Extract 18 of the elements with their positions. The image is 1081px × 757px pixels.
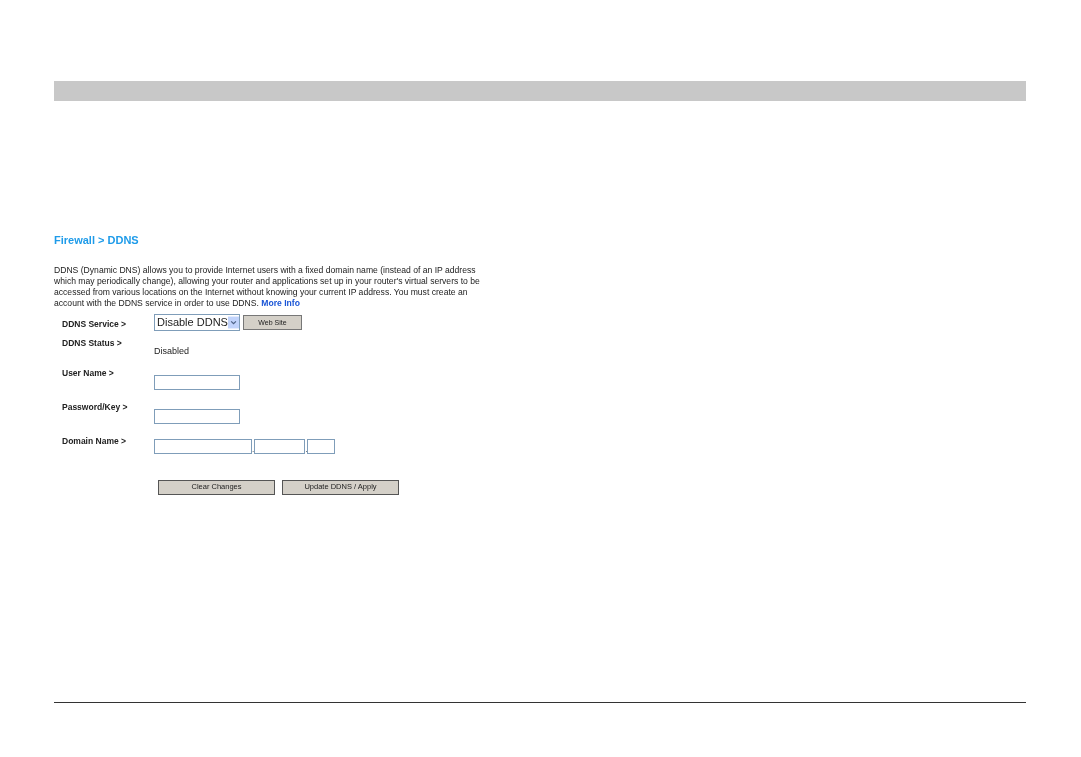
input-field[interactable] — [154, 375, 240, 390]
field-label: DDNS Status > — [62, 336, 123, 350]
field-label: Password/Key > — [62, 400, 129, 414]
dropdown-caret-icon — [227, 314, 239, 330]
ddns-status-value: Disabled — [154, 345, 190, 356]
field-label: Domain Name > — [62, 434, 127, 448]
field-label: User Name > — [62, 366, 115, 380]
breadcrumb-title: Firewall > DDNS — [54, 233, 139, 248]
ddns-service-dropdown[interactable]: Disable DDNS — [154, 313, 240, 331]
input-field[interactable] — [154, 409, 240, 424]
description-paragraph: DDNS (Dynamic DNS) allows you to provide Internet users with a fixed domain name (instead of an IP address which may periodically change), allowing your router and applications set up in your router's virtual servers to be accessed from various locations on the Internet without knowing your current IP address. You must create an account with the DDNS service in order to use DDNS. More Info — [54, 264, 481, 309]
separator-dot: . — [305, 445, 308, 454]
input-field[interactable] — [254, 438, 306, 454]
input-field[interactable] — [154, 438, 252, 454]
input-field[interactable] — [307, 438, 336, 454]
more-info-link[interactable]: More Info — [261, 297, 300, 308]
field-label: DDNS Service > — [62, 317, 128, 331]
separator-dot: . — [252, 445, 255, 454]
